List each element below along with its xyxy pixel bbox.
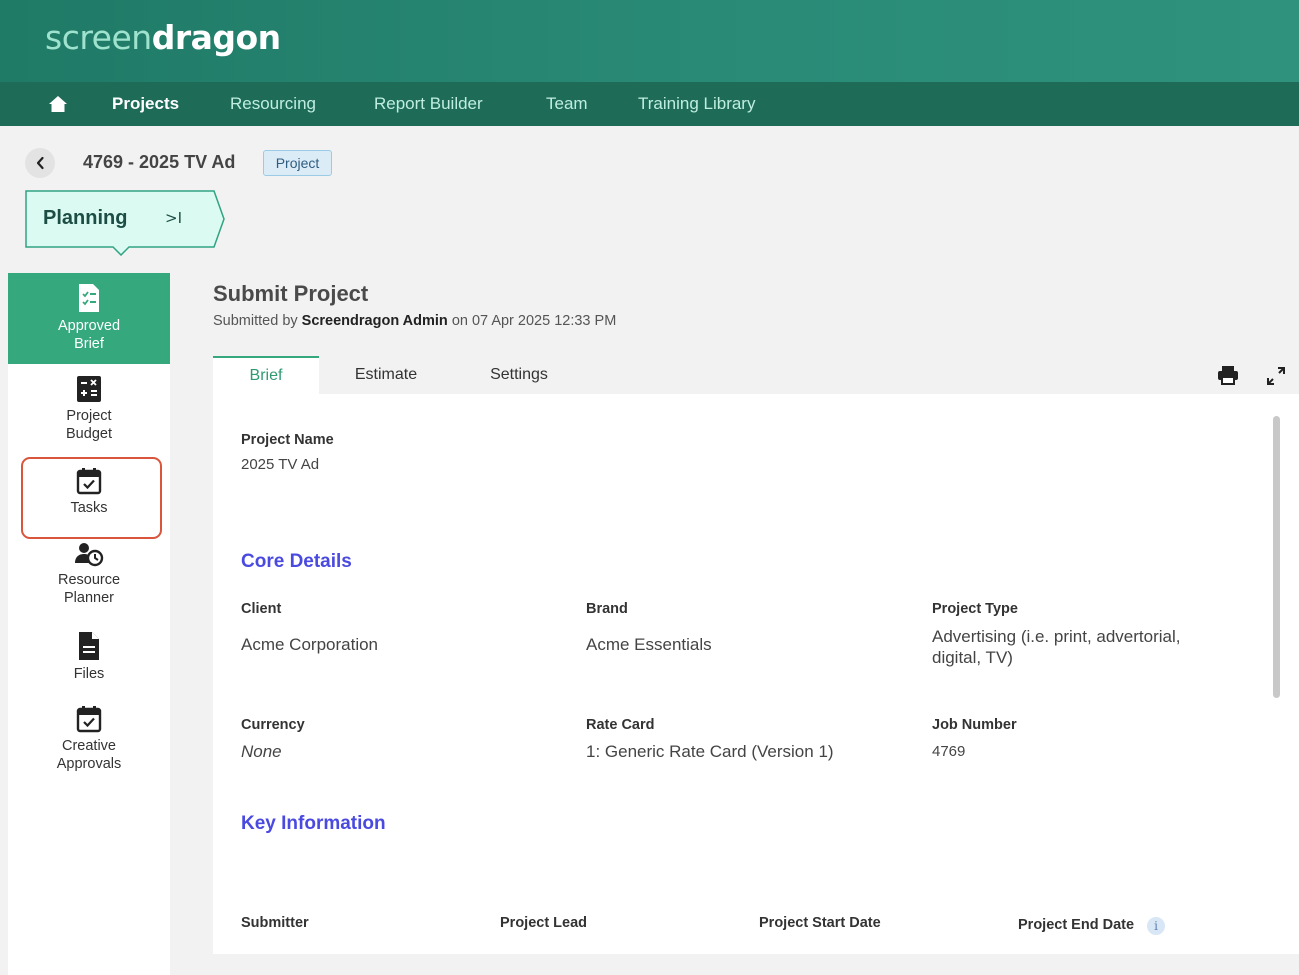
resource-planner-icon: [75, 543, 104, 567]
sidebar-item-label: Budget: [66, 426, 112, 442]
stage-label: Planning: [43, 207, 128, 229]
sidebar-item-label: Project: [66, 408, 112, 424]
project-name-label: Project Name: [241, 432, 334, 448]
project-type-value: Advertising (i.e. print, advertorial, di…: [932, 626, 1181, 668]
tab-settings[interactable]: Settings: [471, 356, 567, 394]
back-button[interactable]: [25, 148, 55, 178]
tab-estimate[interactable]: Estimate: [330, 356, 442, 394]
screendragon-logo[interactable]: screendragon: [45, 18, 281, 57]
project-title: 4769 - 2025 TV Ad: [83, 152, 236, 172]
sidebar-item-label: Creative: [62, 738, 116, 754]
tab-bar: Brief Estimate Settings: [213, 356, 1299, 394]
print-icon[interactable]: [1217, 365, 1239, 385]
sidebar-item-label: Files: [73, 666, 105, 682]
chevron-left-icon: [36, 156, 44, 170]
sidebar-item-resource-planner[interactable]: Resource Planner: [8, 541, 170, 621]
submit-subtitle: Submitted by Screendragon Admin on 07 Ap…: [213, 313, 616, 329]
nav-resourcing[interactable]: Resourcing: [230, 94, 316, 114]
rate-card-label: Rate Card: [586, 717, 655, 733]
expand-icon[interactable]: [1266, 366, 1286, 386]
sidebar-item-label: Brief: [74, 336, 104, 352]
rate-card-value: 1: Generic Rate Card (Version 1): [586, 742, 834, 761]
sidebar-item-project-budget[interactable]: Project Budget: [8, 375, 170, 455]
project-name-value: 2025 TV Ad: [241, 456, 320, 473]
submitter-label: Submitter: [241, 915, 309, 931]
job-number-value: 4769: [932, 743, 966, 760]
currency-value: None: [241, 742, 282, 761]
brand-label: Brand: [586, 601, 628, 617]
main-nav: Projects Resourcing Report Builder Team …: [0, 82, 1299, 126]
sidebar-item-label: Resource: [57, 572, 121, 588]
sidebar-item-approved-brief[interactable]: Approved Brief: [8, 273, 170, 364]
brand-value: Acme Essentials: [586, 635, 712, 654]
stage-planning[interactable]: Planning >I: [25, 190, 225, 256]
brief-panel: [213, 394, 1299, 954]
project-type-value-line: Advertising (i.e. print, advertorial,: [932, 627, 1181, 646]
calculator-icon: [77, 376, 101, 402]
nav-team[interactable]: Team: [546, 94, 588, 114]
project-sidebar: Approved Brief Project Budget Tasks Reso…: [8, 273, 170, 975]
project-start-date-label: Project Start Date: [759, 915, 881, 931]
file-icon: [79, 632, 99, 660]
sidebar-item-creative-approvals[interactable]: Creative Approvals: [8, 705, 170, 785]
brand-header: screendragon: [0, 0, 1299, 82]
panel-scrollbar[interactable]: [1273, 416, 1280, 698]
submit-title: Submit Project: [213, 281, 369, 306]
brief-doc-icon: [79, 284, 99, 312]
project-lead-label: Project Lead: [500, 915, 588, 931]
sidebar-item-label: Approvals: [56, 756, 122, 772]
currency-label: Currency: [241, 717, 305, 733]
home-icon[interactable]: [48, 95, 68, 113]
collapse-stages-icon[interactable]: >I: [165, 209, 182, 227]
project-type-badge: Project: [263, 150, 332, 176]
info-icon[interactable]: i: [1147, 917, 1165, 935]
key-information-heading: Key Information: [241, 813, 386, 834]
job-number-label: Job Number: [932, 717, 1017, 733]
client-value: Acme Corporation: [241, 635, 379, 654]
sidebar-item-files[interactable]: Files: [8, 631, 170, 691]
approvals-icon: [76, 706, 102, 733]
logo-light-text: screen: [45, 18, 152, 57]
project-type-label: Project Type: [932, 601, 1018, 617]
project-type-value-line: digital, TV): [932, 648, 1013, 667]
logo-bold-text: dragon: [151, 18, 281, 57]
submit-user: Screendragon Admin: [301, 313, 448, 329]
nav-report-builder[interactable]: Report Builder: [374, 94, 483, 114]
client-label: Client: [241, 601, 282, 617]
sidebar-item-label: Planner: [64, 590, 114, 606]
submit-suffix: on 07 Apr 2025 12:33 PM: [451, 313, 617, 329]
submit-prefix: Submitted by: [213, 313, 298, 329]
nav-projects[interactable]: Projects: [112, 94, 179, 114]
project-end-date-label: Project End Date: [1018, 917, 1135, 933]
tasks-highlight-box: [21, 457, 162, 539]
tab-brief[interactable]: Brief: [213, 356, 319, 394]
core-details-heading: Core Details: [241, 551, 352, 572]
nav-training-library[interactable]: Training Library: [638, 94, 755, 114]
sidebar-item-label: Approved: [57, 318, 121, 334]
